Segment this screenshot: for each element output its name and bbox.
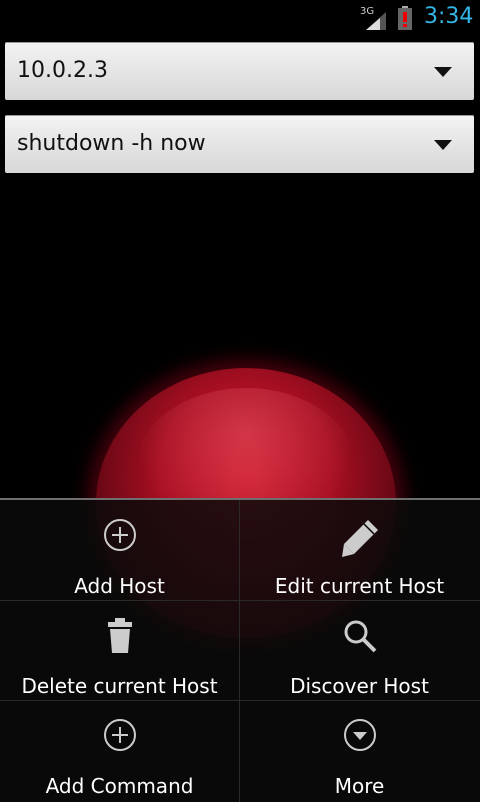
search-icon bbox=[344, 620, 376, 653]
menu-item-label: Edit current Host bbox=[274, 574, 445, 598]
menu-item-label: Delete current Host bbox=[21, 674, 218, 698]
command-spinner[interactable]: shutdown -h now bbox=[5, 115, 474, 173]
status-bar: 3G 3:34 bbox=[0, 0, 480, 38]
plus-circle-icon bbox=[103, 719, 136, 751]
chevron-down-circle-icon bbox=[343, 719, 376, 751]
command-spinner-value: shutdown -h now bbox=[17, 131, 206, 156]
options-menu: Add Host Edit current Host Delete curren… bbox=[0, 498, 480, 802]
battery-icon bbox=[398, 6, 412, 30]
menu-item-label: Discover Host bbox=[290, 674, 429, 698]
dropdown-arrow-icon bbox=[434, 140, 452, 150]
edit-host-menu-item[interactable]: Edit current Host bbox=[240, 500, 479, 600]
dropdown-arrow-icon bbox=[434, 67, 452, 77]
pencil-icon bbox=[341, 520, 378, 557]
discover-host-menu-item[interactable]: Discover Host bbox=[240, 600, 479, 700]
host-spinner-value: 10.0.2.3 bbox=[17, 58, 108, 83]
more-menu-item[interactable]: More bbox=[240, 700, 479, 800]
add-host-menu-item[interactable]: Add Host bbox=[0, 500, 239, 600]
signal-icon: 3G bbox=[360, 6, 388, 32]
host-spinner[interactable]: 10.0.2.3 bbox=[5, 42, 474, 100]
menu-item-label: Add Command bbox=[45, 774, 194, 798]
status-time: 3:34 bbox=[424, 4, 474, 29]
menu-item-label: More bbox=[334, 774, 385, 798]
trash-icon bbox=[107, 618, 132, 653]
delete-host-menu-item[interactable]: Delete current Host bbox=[0, 600, 239, 700]
plus-circle-icon bbox=[103, 519, 136, 551]
add-command-menu-item[interactable]: Add Command bbox=[0, 700, 239, 800]
menu-item-label: Add Host bbox=[74, 574, 165, 598]
